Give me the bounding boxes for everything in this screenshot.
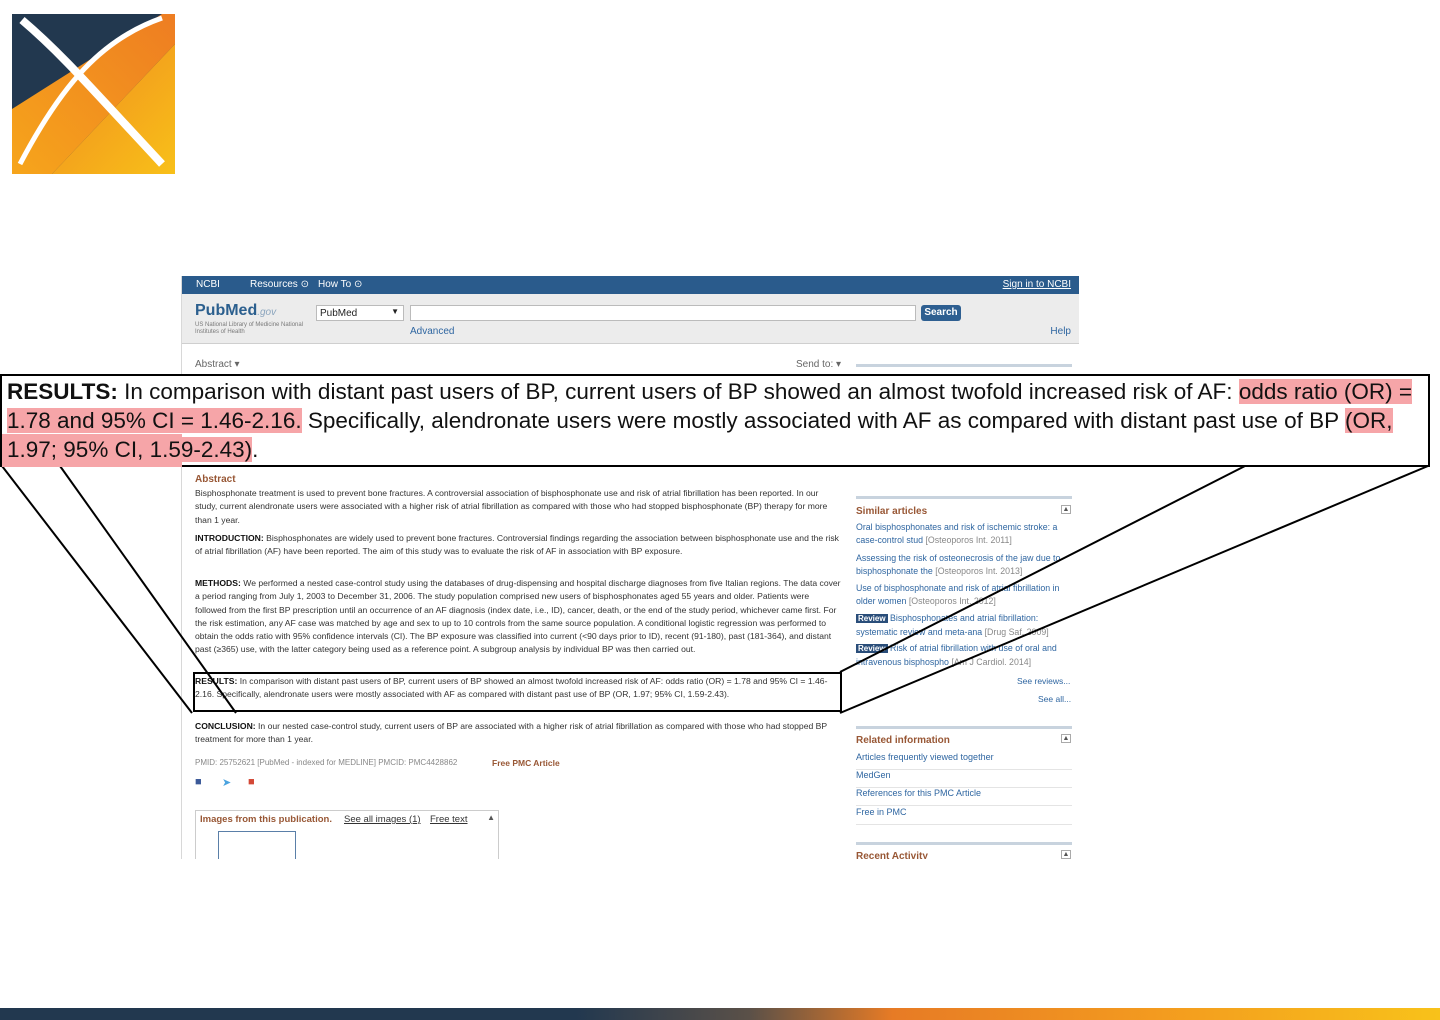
googleplus-icon[interactable]: ■ — [248, 776, 255, 788]
collapse-icon[interactable]: ▲ — [1061, 850, 1071, 859]
free-pmc-link[interactable]: Free PMC Article — [492, 758, 560, 768]
similar-article-4[interactable]: Review Bisphosphonates and atrial fibril… — [856, 612, 1072, 638]
callout-text: RESULTS: In comparison with distant past… — [7, 379, 1413, 462]
ncbi-logo[interactable]: NCBI — [196, 279, 220, 290]
scroll-up-icon[interactable]: ▲ — [487, 813, 495, 822]
pmid-line: PMID: 25752621 [PubMed - indexed for MED… — [195, 758, 458, 767]
introduction-section: INTRODUCTION: Bisphosphonates are widely… — [195, 533, 839, 557]
pubmed-logo[interactable]: PubMed.gov — [195, 302, 276, 320]
footer-gradient-bar — [0, 1008, 1440, 1020]
search-button[interactable]: Search — [921, 305, 961, 321]
recent-divider — [856, 842, 1072, 845]
chevron-down-icon: ▼ — [391, 307, 399, 316]
search-input[interactable] — [410, 305, 916, 321]
pubmed-header: PubMed.gov US National Library of Medici… — [182, 294, 1079, 344]
pubmed-screenshot: NCBI Resources ⊙ How To ⊙ Sign in to NCB… — [181, 276, 1079, 859]
sidebar-divider — [856, 364, 1072, 367]
howto-menu[interactable]: How To ⊙ — [318, 279, 362, 290]
related-item-3[interactable]: References for this PMC Article — [856, 788, 1072, 806]
similar-article-5[interactable]: Review Risk of atrial fibrillation with … — [856, 642, 1072, 668]
format-menu[interactable]: Abstract ▾ — [195, 359, 239, 370]
free-text-link[interactable]: Free text — [430, 814, 468, 825]
database-select[interactable]: PubMed ▼ — [316, 305, 404, 321]
nlm-subtitle: US National Library of Medicine National… — [195, 322, 304, 335]
related-item-1[interactable]: Articles frequently viewed together — [856, 752, 1072, 770]
review-badge: Review — [856, 644, 888, 653]
similar-article-2[interactable]: Assessing the risk of osteonecrosis of t… — [856, 552, 1072, 577]
resources-menu[interactable]: Resources ⊙ — [250, 279, 309, 290]
similar-articles-title: Similar articles — [856, 506, 928, 517]
collapse-icon[interactable]: ▲ — [1061, 734, 1071, 743]
collapse-icon[interactable]: ▲ — [1061, 505, 1071, 514]
see-reviews-link[interactable]: See reviews... — [1017, 676, 1070, 686]
similar-article-1[interactable]: Oral bisphosphonates and risk of ischemi… — [856, 521, 1072, 546]
images-title: Images from this publication. — [200, 814, 332, 825]
signin-link[interactable]: Sign in to NCBI — [1003, 279, 1071, 290]
advanced-link[interactable]: Advanced — [410, 326, 454, 337]
results-zoom-callout: RESULTS: In comparison with distant past… — [0, 374, 1430, 467]
ncbi-top-bar: NCBI Resources ⊙ How To ⊙ Sign in to NCB… — [182, 276, 1079, 294]
organization-logo — [12, 14, 175, 174]
abstract-heading: Abstract — [195, 474, 236, 485]
sendto-menu[interactable]: Send to: ▾ — [796, 359, 841, 370]
abstract-summary: Bisphosphonate treatment is used to prev… — [195, 488, 828, 525]
related-information-title: Related information — [856, 735, 950, 746]
slide: NCBI Resources ⊙ How To ⊙ Sign in to NCB… — [0, 0, 1440, 1020]
results-highlight-box — [193, 672, 842, 712]
see-all-link[interactable]: See all... — [1038, 694, 1071, 704]
review-badge: Review — [856, 614, 888, 623]
help-link[interactable]: Help — [1050, 326, 1071, 337]
related-item-4[interactable]: Free in PMC — [856, 807, 1072, 825]
facebook-icon[interactable]: ■ — [195, 776, 202, 788]
similar-divider — [856, 496, 1072, 499]
conclusion-section: CONCLUSION: In our nested case-control s… — [195, 721, 827, 745]
methods-section: METHODS: We performed a nested case-cont… — [195, 578, 841, 655]
recent-activity-title: Recent Activity — [856, 851, 928, 859]
see-all-images-link[interactable]: See all images (1) — [344, 814, 421, 825]
twitter-icon[interactable]: ➤ — [222, 776, 231, 789]
figure-thumbnail[interactable] — [218, 831, 296, 859]
images-panel: Images from this publication. See all im… — [195, 810, 499, 859]
similar-article-3[interactable]: Use of bisphosphonate and risk of atrial… — [856, 582, 1072, 607]
related-item-2[interactable]: MedGen — [856, 770, 1072, 788]
related-divider — [856, 726, 1072, 729]
